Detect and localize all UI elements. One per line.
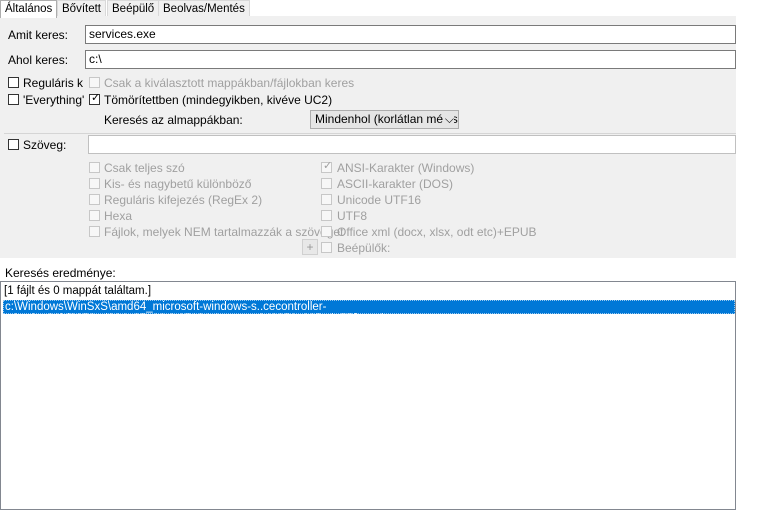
text-search-checkbox[interactable] — [8, 139, 19, 150]
utf16-checkbox[interactable] — [321, 194, 332, 205]
plugins-label: Beépülők: — [337, 241, 391, 255]
whole-word-checkbox[interactable] — [89, 162, 100, 173]
results-list[interactable]: [1 fájlt és 0 mappát találtam.] c:\Windo… — [0, 281, 736, 510]
check-icon: ✓ — [323, 160, 333, 172]
tab-general[interactable]: Általános — [0, 0, 58, 18]
utf8-checkbox[interactable] — [321, 210, 332, 221]
tab-advanced-label: Bővített — [62, 3, 101, 15]
search-input[interactable]: services.exe — [85, 25, 736, 44]
results-summary: [1 fájlt és 0 mappát találtam.] — [4, 285, 152, 297]
compressed-checkbox[interactable]: ✓ — [89, 92, 101, 105]
case-sensitive-label: Kis- és nagybetű különböző — [104, 177, 252, 191]
tab-load-save-label: Beolvas/Mentés — [163, 3, 245, 15]
hex-label: Hexa — [104, 209, 133, 223]
subfolder-depth-value: Mindenhol (korlátlan mélys — [315, 112, 458, 126]
everything-checkbox[interactable] — [8, 94, 19, 105]
utf8-label: UTF8 — [337, 209, 367, 223]
utf16-label: Unicode UTF16 — [337, 193, 422, 207]
location-input[interactable]: c:\ — [85, 50, 736, 69]
list-item[interactable]: c:\Windows\WinSxS\amd64_microsoft-window… — [3, 300, 735, 325]
whole-word-label: Csak teljes szó — [104, 161, 185, 175]
add-plugin-button[interactable]: + — [302, 239, 318, 255]
not-containing-label: Fájlok, melyek NEM tartalmazzák a szöveg… — [104, 225, 344, 239]
results-label: Keresés eredménye: — [5, 266, 116, 280]
not-containing-checkbox[interactable] — [89, 226, 100, 237]
search-label: Amit keres: — [8, 28, 69, 42]
hex-checkbox[interactable] — [89, 210, 100, 221]
subfolder-label: Keresés az almappákban: — [104, 113, 243, 127]
tab-load-save[interactable]: Beolvas/Mentés — [158, 0, 250, 17]
chevron-down-icon: ⌵ — [442, 111, 454, 128]
tab-plugins[interactable]: Beépülő — [107, 0, 160, 17]
subfolder-depth-dropdown[interactable]: Mindenhol (korlátlan mélys ⌵ — [310, 110, 459, 129]
tab-general-label: Általános — [5, 3, 53, 15]
regex-label: Reguláris kife — [23, 76, 83, 90]
location-label: Ahol keres: — [8, 53, 69, 67]
ascii-label: ASCII-karakter (DOS) — [337, 177, 454, 191]
office-xml-checkbox[interactable] — [321, 226, 332, 237]
ansi-label: ANSI-Karakter (Windows) — [337, 161, 475, 175]
check-icon: ✓ — [91, 92, 101, 104]
ascii-checkbox[interactable] — [321, 178, 332, 189]
selected-only-label: Csak a kiválasztott mappákban/fájlokban … — [104, 76, 355, 90]
plugins-checkbox[interactable] — [321, 242, 332, 253]
tab-advanced[interactable]: Bővített — [57, 0, 106, 17]
regex-checkbox[interactable] — [8, 77, 19, 88]
text-regex-checkbox[interactable] — [89, 194, 100, 205]
text-search-label: Szöveg: — [23, 138, 67, 152]
search-options-panel: Amit keres: services.exe Ahol keres: c:\… — [0, 16, 736, 258]
compressed-label: Tömörítettben (mindegyikben, kivéve UC2) — [104, 93, 333, 107]
case-sensitive-checkbox[interactable] — [89, 178, 100, 189]
text-search-input[interactable] — [88, 135, 736, 154]
everything-label: 'Everything' — [23, 93, 85, 107]
section-divider — [4, 133, 736, 134]
text-regex-label: Reguláris kifejezés (RegEx 2) — [104, 193, 263, 207]
ansi-checkbox[interactable]: ✓ — [321, 160, 333, 173]
office-xml-label: Office xml (docx, xlsx, odt etc)+EPUB — [337, 225, 537, 239]
tab-plugins-label: Beépülő — [112, 3, 155, 15]
selected-only-checkbox[interactable] — [89, 77, 100, 88]
